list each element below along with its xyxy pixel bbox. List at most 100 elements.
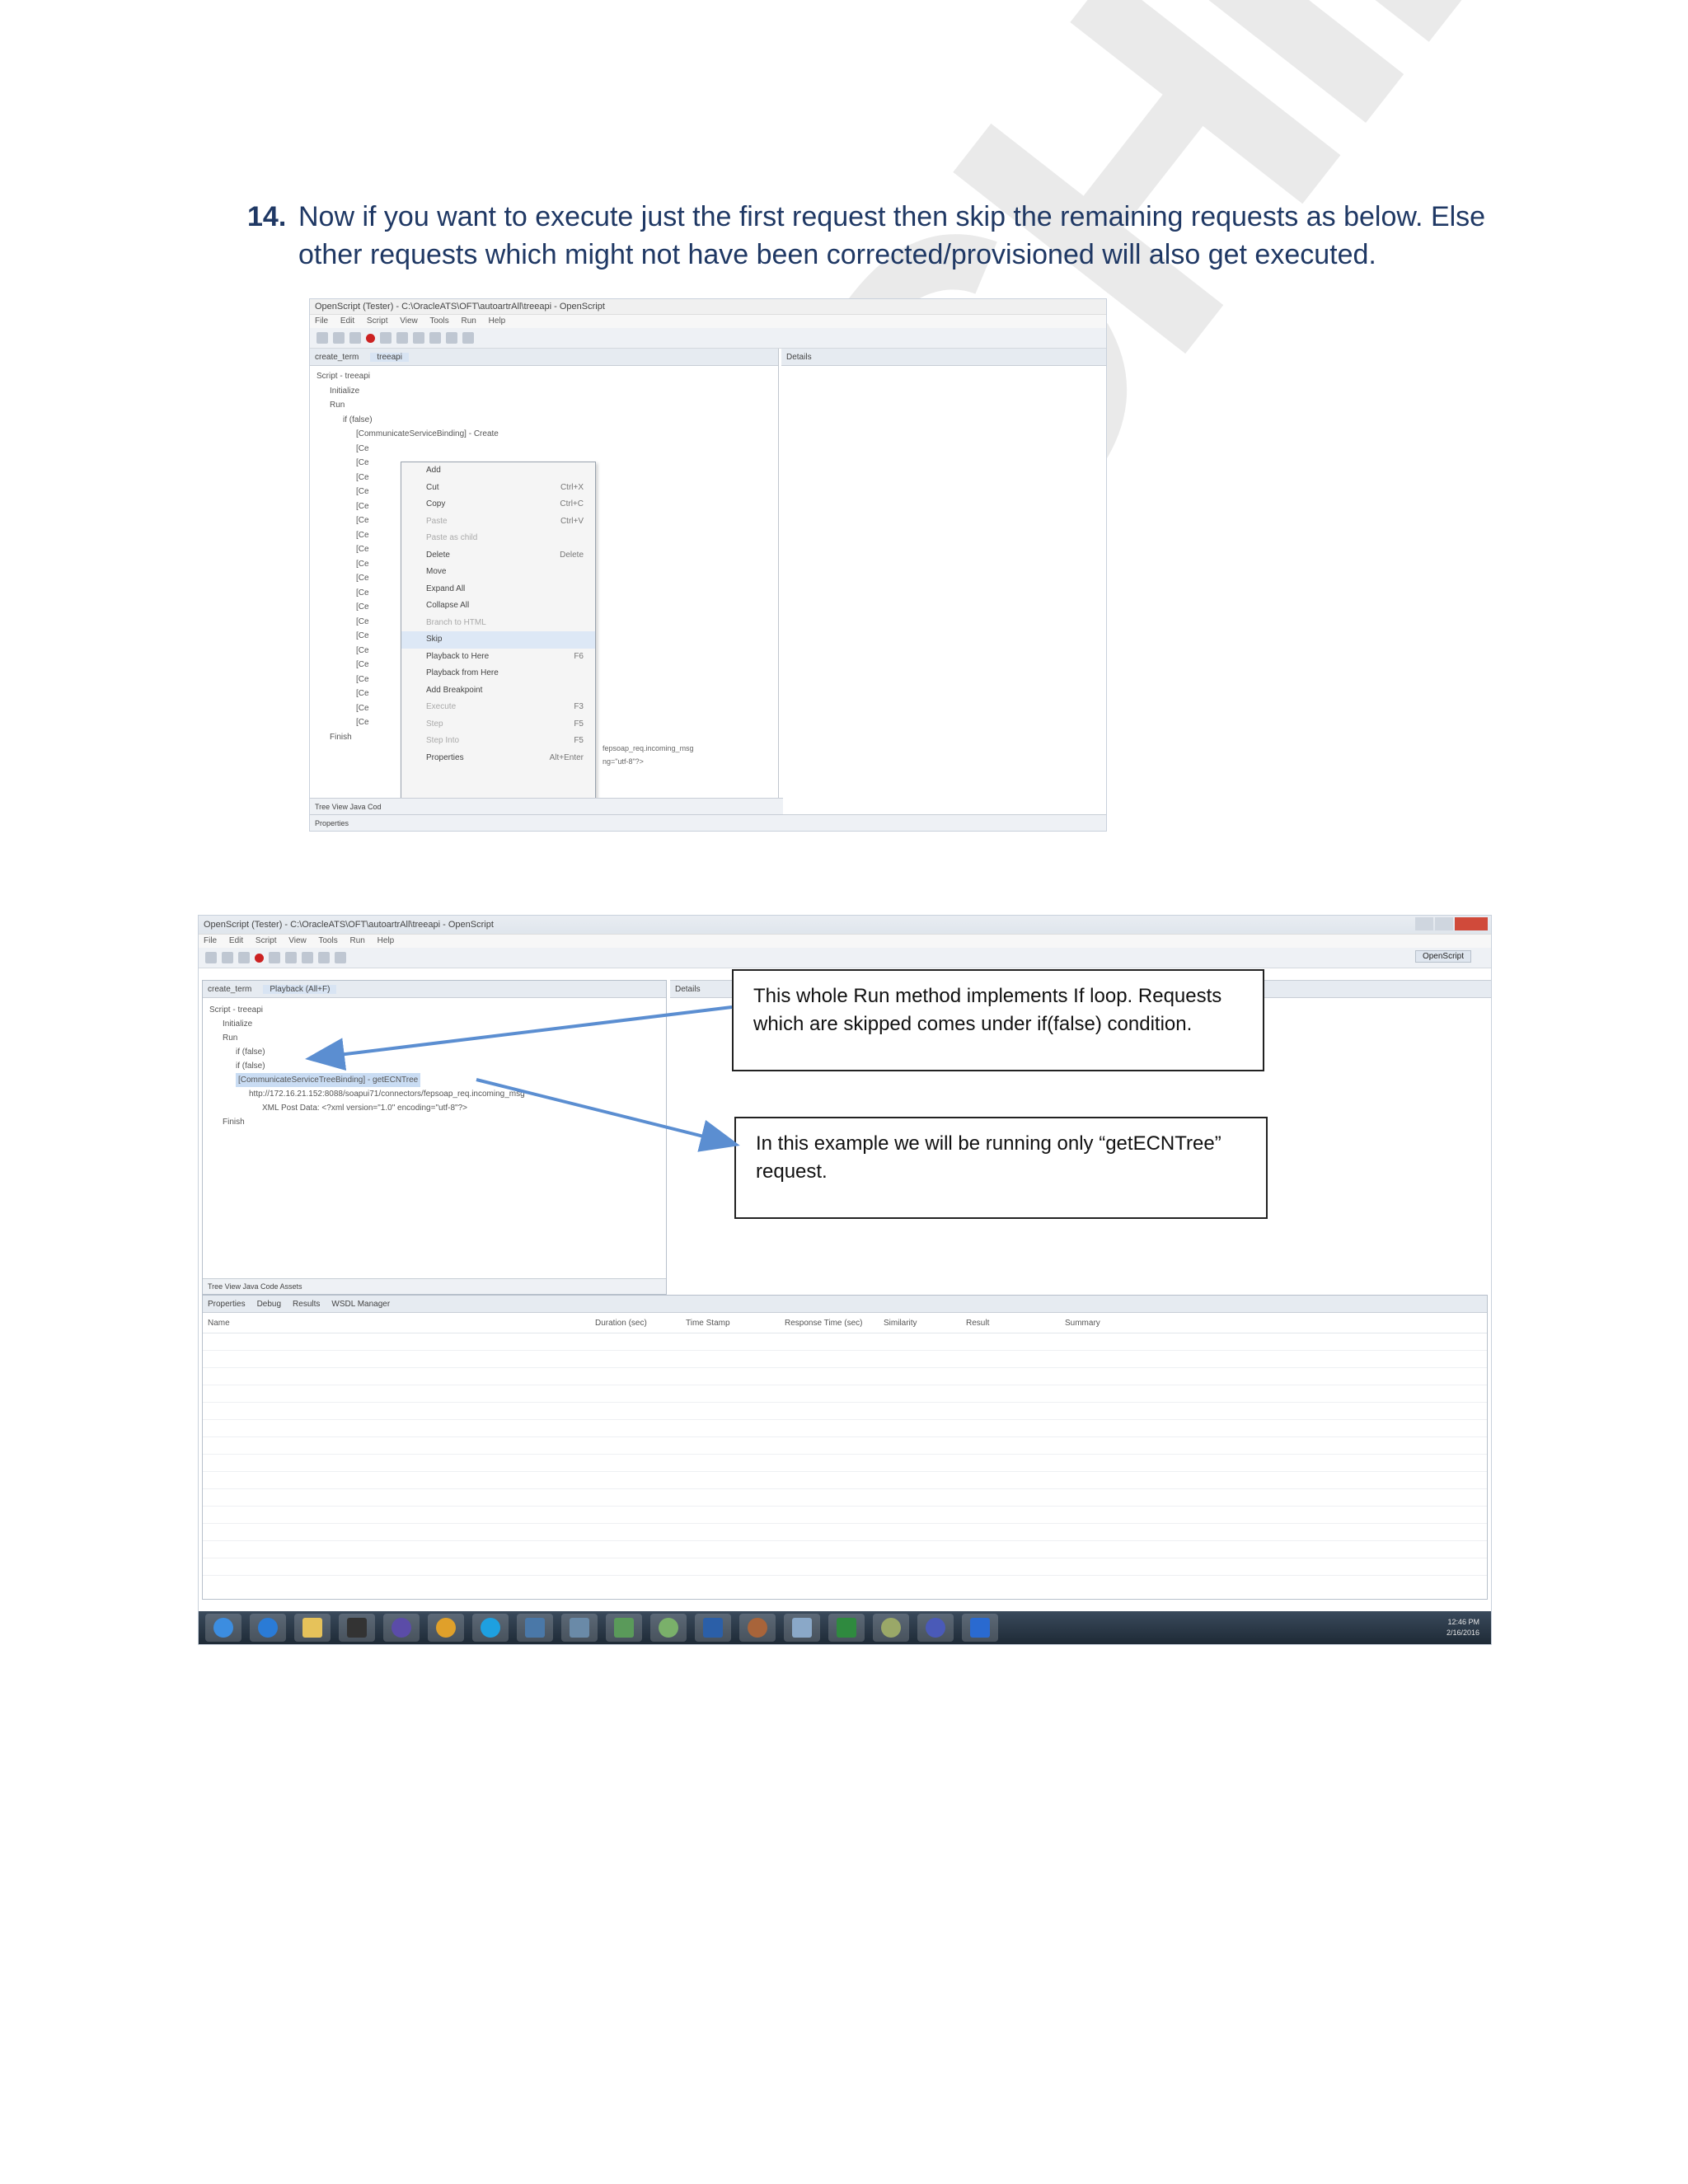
skype-icon[interactable] xyxy=(472,1614,509,1642)
context-menu-item[interactable]: Playback from Here xyxy=(401,665,595,682)
folder-icon[interactable] xyxy=(294,1614,331,1642)
tab-wsdl-manager[interactable]: WSDL Manager xyxy=(331,1300,390,1309)
redo-icon[interactable] xyxy=(446,332,457,344)
play-icon[interactable] xyxy=(380,332,392,344)
tab-details[interactable]: Details xyxy=(786,353,812,362)
tree-node[interactable]: Run xyxy=(209,1031,666,1045)
tree-node[interactable]: Finish xyxy=(209,1115,666,1129)
menu-run[interactable]: Run xyxy=(350,936,365,945)
tree-view-tabs[interactable]: Tree View Java Cod xyxy=(310,798,783,815)
context-menu-item[interactable]: Paste Ctrl+V xyxy=(401,513,595,531)
network-icon[interactable] xyxy=(517,1614,553,1642)
col-similarity[interactable]: Similarity xyxy=(884,1319,966,1328)
context-menu-item[interactable]: Paste as child xyxy=(401,530,595,547)
context-menu-item[interactable]: Expand All xyxy=(401,581,595,598)
context-menu-item[interactable]: Playback to Here F6 xyxy=(401,649,595,666)
tab-debug[interactable]: Debug xyxy=(257,1300,281,1309)
menu-script[interactable]: Script xyxy=(256,936,277,945)
tree-node[interactable]: Run xyxy=(316,398,778,413)
tree-node[interactable]: if (false) xyxy=(209,1045,666,1059)
tab-results[interactable]: Results xyxy=(293,1300,320,1309)
tab-playback[interactable]: Playback (All+F) xyxy=(263,984,337,994)
context-menu-item[interactable]: Execute F3 xyxy=(401,699,595,716)
chrome-icon[interactable] xyxy=(428,1614,464,1642)
menu-tools[interactable]: Tools xyxy=(429,316,448,326)
play-icon[interactable] xyxy=(269,952,280,963)
view-icon[interactable] xyxy=(462,332,474,344)
tree-node[interactable]: Initialize xyxy=(209,1017,666,1031)
menu-file[interactable]: File xyxy=(204,936,217,945)
tab-treeapi[interactable]: treeapi xyxy=(370,352,409,362)
context-menu-item[interactable]: Add xyxy=(401,462,595,480)
notes-icon[interactable] xyxy=(784,1614,820,1642)
menu-view[interactable]: View xyxy=(400,316,418,326)
tab-properties[interactable]: Properties xyxy=(208,1300,246,1309)
context-menu-item[interactable]: Skip xyxy=(401,631,595,649)
tree-node[interactable]: XML Post Data: <?xml version="1.0" encod… xyxy=(209,1101,666,1115)
stop-icon[interactable] xyxy=(396,332,408,344)
tree-node[interactable]: if (false) xyxy=(209,1059,666,1073)
tree-node[interactable]: [CommunicateServiceBinding] - Create xyxy=(316,427,778,442)
context-menu-item[interactable]: Copy Ctrl+C xyxy=(401,496,595,513)
perspective-openscript[interactable]: OpenScript xyxy=(1414,950,1471,963)
menu-view[interactable]: View xyxy=(288,936,307,945)
context-menu-item[interactable]: Collapse All xyxy=(401,598,595,615)
record-icon[interactable] xyxy=(366,333,375,343)
menu-tools[interactable]: Tools xyxy=(318,936,337,945)
pause-icon[interactable] xyxy=(413,332,424,344)
excel-icon[interactable] xyxy=(828,1614,865,1642)
save-icon[interactable] xyxy=(349,332,361,344)
context-menu-item[interactable]: Delete Delete xyxy=(401,547,595,565)
context-menu-item[interactable]: Step Into F5 xyxy=(401,733,595,750)
menu-run[interactable]: Run xyxy=(462,316,476,326)
pen-icon[interactable] xyxy=(873,1614,909,1642)
col-result[interactable]: Result xyxy=(966,1319,1065,1328)
new-icon[interactable] xyxy=(316,332,328,344)
tree-node[interactable]: Script - treeapi xyxy=(316,369,778,384)
ie-icon[interactable] xyxy=(250,1614,286,1642)
media-icon[interactable] xyxy=(339,1614,375,1642)
tree-node[interactable]: http://172.16.21.152:8088/soapui71/conne… xyxy=(209,1087,666,1101)
tab-details[interactable]: Details xyxy=(675,985,701,994)
tree-node[interactable]: if (false) xyxy=(316,413,778,428)
tab-create-term[interactable]: create_term xyxy=(315,353,359,362)
col-summary[interactable]: Summary xyxy=(1065,1319,1230,1328)
menu-edit[interactable]: Edit xyxy=(340,316,354,326)
menu-file[interactable]: File xyxy=(315,316,328,326)
undo-icon[interactable] xyxy=(318,952,330,963)
undo-icon[interactable] xyxy=(429,332,441,344)
tool-icon[interactable] xyxy=(561,1614,598,1642)
minimize-button[interactable] xyxy=(1415,917,1433,930)
redo-icon[interactable] xyxy=(335,952,346,963)
context-menu-item[interactable]: Cut Ctrl+X xyxy=(401,480,595,497)
cloud-icon[interactable] xyxy=(650,1614,687,1642)
col-duration[interactable]: Duration (sec) xyxy=(595,1319,686,1328)
open-icon[interactable] xyxy=(333,332,345,344)
col-timestamp[interactable]: Time Stamp xyxy=(686,1319,785,1328)
new-icon[interactable] xyxy=(205,952,217,963)
properties-tab[interactable]: Properties xyxy=(310,814,1106,831)
context-menu-item[interactable]: Branch to HTML xyxy=(401,615,595,632)
context-menu-item[interactable]: Properties Alt+Enter xyxy=(401,750,595,767)
menu-help[interactable]: Help xyxy=(489,316,506,326)
tree-view-tabs[interactable]: Tree View Java Code Assets xyxy=(203,1278,666,1294)
browser-icon[interactable] xyxy=(917,1614,954,1642)
menu-edit[interactable]: Edit xyxy=(229,936,243,945)
context-menu-item[interactable]: Add Breakpoint xyxy=(401,682,595,700)
menu-help[interactable]: Help xyxy=(377,936,395,945)
context-menu-item[interactable]: Move xyxy=(401,564,595,581)
tree-node[interactable]: [Ce xyxy=(316,442,778,457)
start-icon[interactable] xyxy=(205,1614,241,1642)
tree-node[interactable]: Script - treeapi xyxy=(209,1003,666,1017)
col-name[interactable]: Name xyxy=(203,1319,595,1328)
tab-create-term[interactable]: create_term xyxy=(208,985,251,994)
stop-icon[interactable] xyxy=(285,952,297,963)
word-icon[interactable] xyxy=(695,1614,731,1642)
paint-icon[interactable] xyxy=(739,1614,776,1642)
eclipse-icon[interactable] xyxy=(383,1614,420,1642)
record-icon[interactable] xyxy=(255,953,264,963)
open-icon[interactable] xyxy=(222,952,233,963)
pause-icon[interactable] xyxy=(302,952,313,963)
outlook-icon[interactable] xyxy=(962,1614,998,1642)
tree-node[interactable]: [CommunicateServiceTreeBinding] - getECN… xyxy=(209,1073,666,1087)
